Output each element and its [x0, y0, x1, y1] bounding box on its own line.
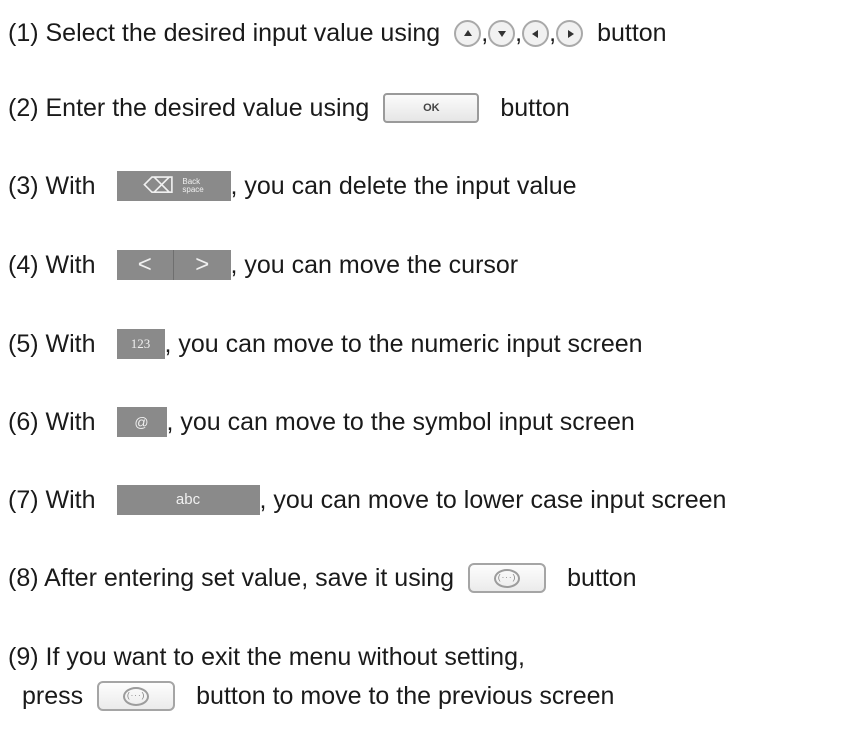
instruction-step-7: (7) With abc , you can move to lower cas… [8, 480, 726, 520]
step-9-suffix: button to move to the previous screen [196, 682, 615, 710]
backspace-icon: ⌫ [143, 173, 175, 198]
separator: , [549, 19, 557, 47]
instruction-step-1: (1) Select the desired input value using… [8, 13, 667, 53]
instruction-step-8: (8) After entering set value, save it us… [8, 558, 637, 598]
step-1-text: (1) Select the desired input value using [8, 19, 441, 47]
numeric-key-icon: 123 [116, 329, 165, 359]
lowercase-key-icon: abc [116, 485, 260, 515]
step-9-prefix: press [22, 682, 84, 710]
message-button-icon: (···) [97, 681, 176, 711]
instruction-step-2: (2) Enter the desired value using OK but… [8, 88, 570, 128]
ok-button-icon: OK [383, 93, 480, 123]
step-9-text: (9) If you want to exit the menu without… [8, 643, 525, 671]
backspace-key-icon: ⌫ Back space [116, 171, 231, 201]
separator: , [481, 19, 489, 47]
arrow-left-icon [522, 19, 550, 47]
step-2-suffix: button [500, 94, 570, 122]
message-button-icon: (···) [468, 563, 547, 593]
step-7-suffix: , you can move to lower case input scree… [259, 486, 727, 514]
step-8-text: (8) After entering set value, save it us… [8, 564, 455, 592]
step-7-text: (7) With [8, 486, 96, 514]
message-icon: (···) [123, 686, 150, 706]
step-5-text: (5) With [8, 330, 96, 358]
separator: , [515, 19, 523, 47]
cursor-left-icon: < [137, 251, 152, 278]
step-6-suffix: , you can move to the symbol input scree… [166, 408, 635, 436]
step-4-suffix: , you can move the cursor [230, 251, 519, 279]
instruction-step-9-line2: press (···) button to move to the previo… [22, 676, 614, 716]
instruction-step-6: (6) With @ , you can move to the symbol … [8, 402, 635, 442]
step-3-text: (3) With [8, 172, 96, 200]
message-icon: (···) [494, 568, 521, 588]
step-3-suffix: , you can delete the input value [230, 172, 577, 200]
cursor-keys-icon: < > [116, 250, 231, 280]
cursor-right-icon: > [195, 251, 210, 278]
step-1-suffix: button [597, 19, 667, 47]
step-5-suffix: , you can move to the numeric input scre… [164, 330, 643, 358]
arrow-up-icon [454, 19, 482, 47]
instruction-step-3: (3) With ⌫ Back space , you can delete t… [8, 166, 577, 206]
arrow-right-icon [556, 19, 584, 47]
step-2-text: (2) Enter the desired value using [8, 94, 370, 122]
backspace-label-line2: space [182, 185, 204, 194]
arrow-down-icon [488, 19, 516, 47]
instruction-step-9-line1: (9) If you want to exit the menu without… [8, 637, 525, 677]
instruction-step-4: (4) With < > , you can move the cursor [8, 245, 518, 285]
step-8-suffix: button [567, 564, 637, 592]
instruction-step-5: (5) With 123 , you can move to the numer… [8, 324, 643, 364]
step-6-text: (6) With [8, 408, 96, 436]
step-4-text: (4) With [8, 251, 96, 279]
symbol-key-icon: @ [116, 407, 167, 437]
